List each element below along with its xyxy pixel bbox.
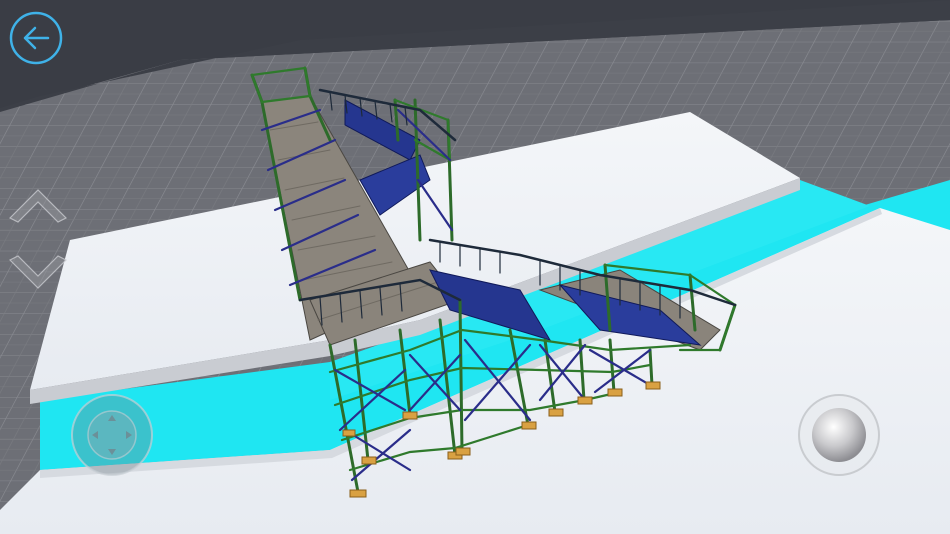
- move-joystick[interactable]: [70, 393, 154, 477]
- camera-down-button[interactable]: [6, 252, 70, 296]
- back-button[interactable]: [8, 10, 64, 66]
- 3d-viewport[interactable]: [0, 0, 950, 534]
- base-plate: [607, 388, 623, 397]
- base-plate: [577, 396, 593, 405]
- base-plate: [548, 408, 564, 417]
- base-plate: [402, 411, 418, 420]
- action-button[interactable]: [797, 393, 881, 477]
- arrow-left-icon: [9, 11, 63, 65]
- base-plate: [349, 489, 367, 498]
- dpad-joystick-icon: [71, 394, 153, 476]
- chevron-down-icon: [8, 255, 68, 289]
- chevron-up-icon: [8, 189, 68, 223]
- sphere-button-icon: [798, 394, 880, 476]
- base-plate: [455, 447, 471, 456]
- base-plate: [342, 429, 356, 437]
- base-plate: [645, 381, 661, 390]
- base-plate: [521, 421, 537, 430]
- base-plate: [361, 456, 377, 465]
- camera-up-button[interactable]: [6, 182, 70, 226]
